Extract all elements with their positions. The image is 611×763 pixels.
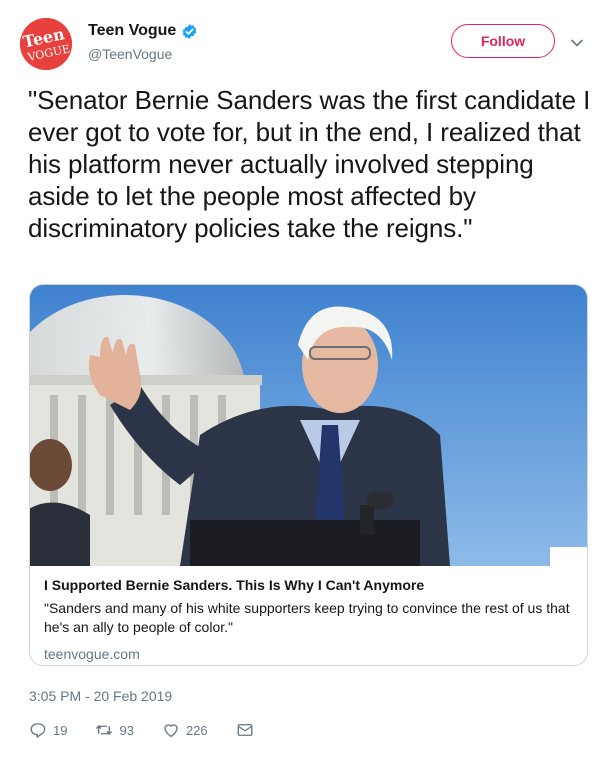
retweet-icon (96, 725, 113, 735)
chevron-down-icon[interactable] (570, 36, 584, 50)
verified-badge-icon (183, 23, 197, 39)
card-title[interactable]: I Supported Bernie Sanders. This Is Why … (44, 576, 574, 594)
retweet-count: 93 (119, 722, 134, 738)
account-name-row: Teen Vogue (88, 22, 198, 40)
like-count: 226 (185, 722, 208, 738)
reply-button[interactable]: 19 (29, 721, 67, 739)
link-card[interactable]: I Supported Bernie Sanders. This Is Why … (29, 284, 588, 666)
tweet-text: "Senator Bernie Sanders was the first ca… (28, 85, 591, 243)
reply-icon (30, 723, 46, 738)
direct-message-button[interactable] (236, 721, 254, 739)
card-body: I Supported Bernie Sanders. This Is Why … (44, 576, 574, 663)
reply-count: 19 (53, 722, 68, 738)
card-domain: teenvogue.com (44, 646, 140, 662)
article-photo (30, 285, 587, 566)
display-name[interactable]: Teen Vogue (88, 22, 176, 40)
like-button[interactable]: 226 (162, 721, 208, 739)
follow-button[interactable]: Follow (451, 24, 555, 58)
user-handle[interactable]: @TeenVogue (88, 46, 172, 62)
teen-vogue-logo: Teen VOGUE (20, 18, 72, 70)
card-description: "Sanders and many of his white supporter… (44, 600, 570, 635)
avatar[interactable]: Teen VOGUE (20, 18, 72, 70)
direct-message-icon (237, 724, 253, 736)
tweet-timestamp[interactable]: 3:05 PM - 20 Feb 2019 (29, 688, 172, 704)
heart-icon (164, 724, 178, 738)
tweet-actions: 19 93 226 (29, 721, 282, 739)
retweet-button[interactable]: 93 (95, 721, 134, 739)
